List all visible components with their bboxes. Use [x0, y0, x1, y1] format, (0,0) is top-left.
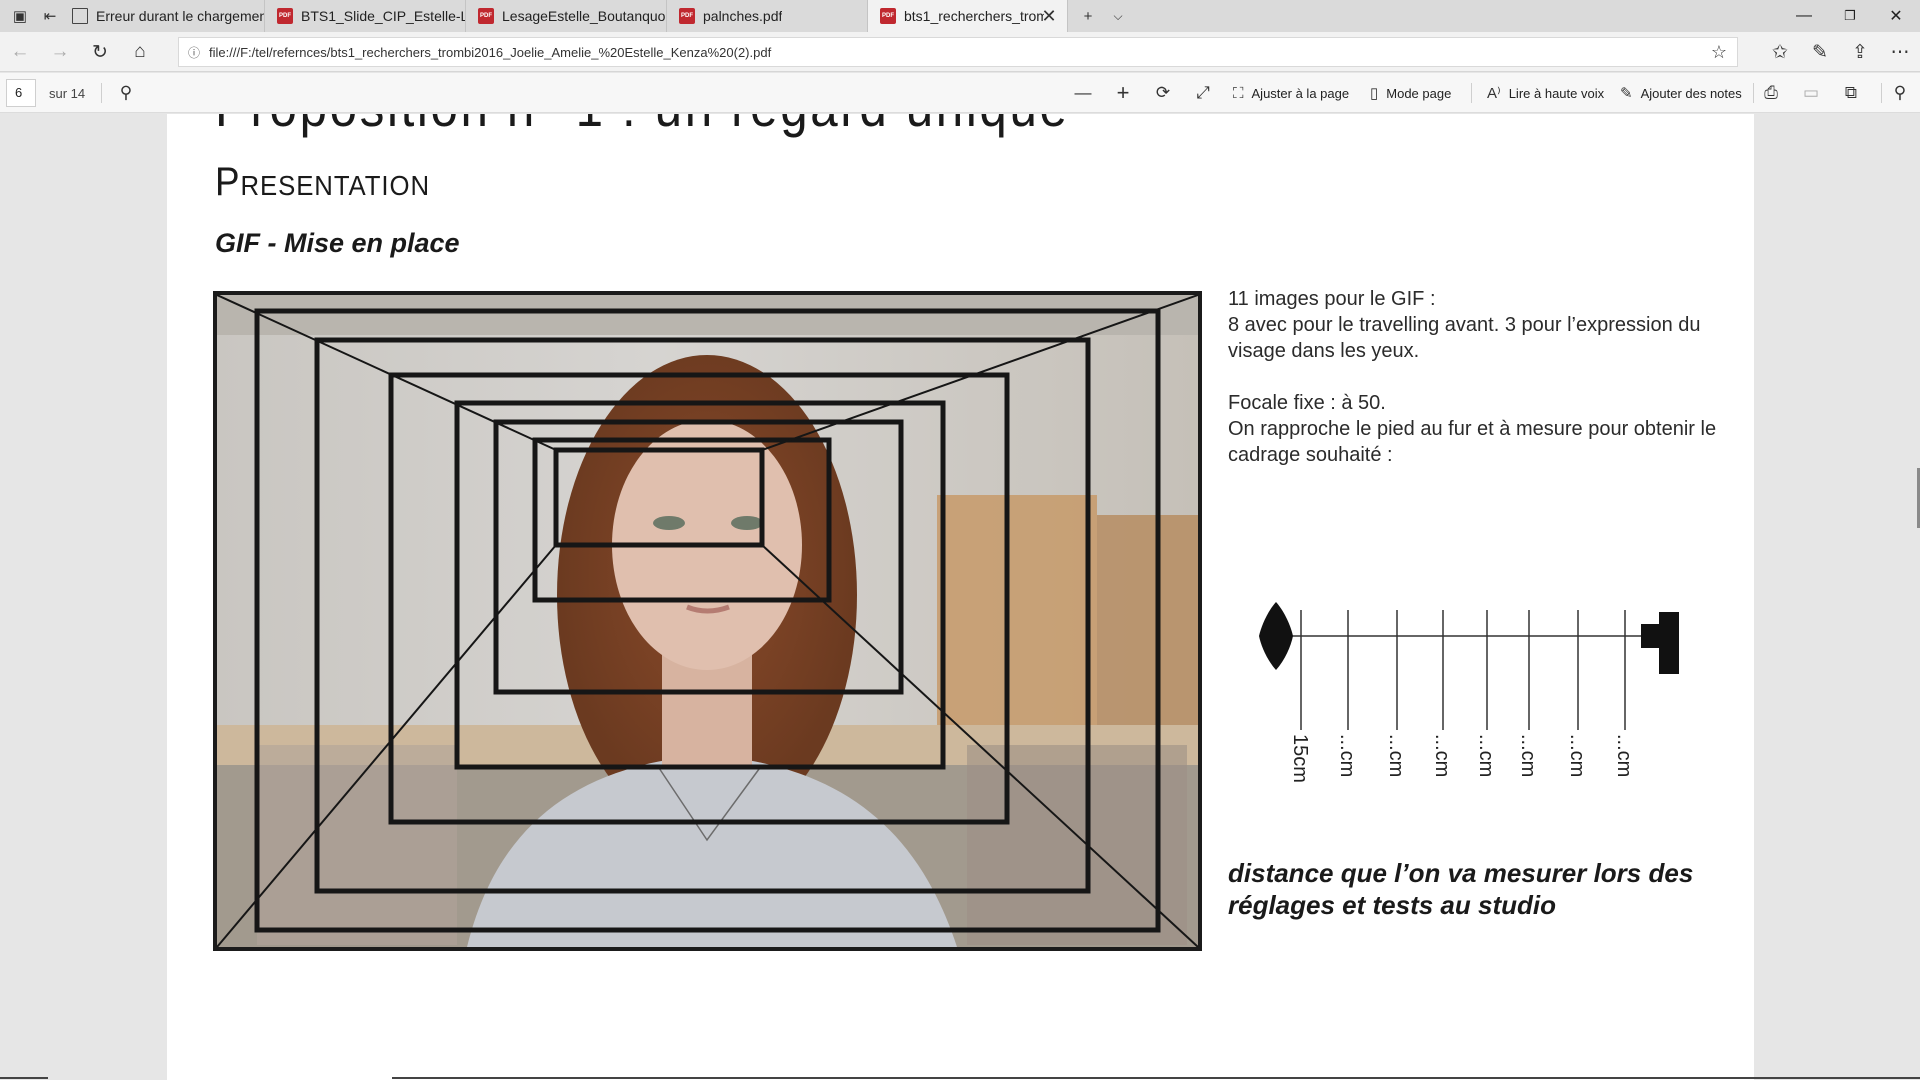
fit-page-button[interactable]: ⛶ Ajuster à la page: [1233, 73, 1349, 113]
save-icon[interactable]: ▭: [1799, 73, 1823, 113]
distance-label: ...cm: [1517, 734, 1539, 777]
web-note-icon[interactable]: ✎: [1800, 32, 1840, 72]
page-count: sur 14: [49, 86, 86, 101]
print-icon[interactable]: ⎙: [1759, 73, 1783, 113]
pdf-icon: PDF: [679, 8, 695, 24]
gif-heading: GIF - Mise en place: [215, 228, 460, 258]
chevron-down-icon[interactable]: ⌵: [1098, 0, 1138, 32]
page-mode-label: Mode page: [1386, 85, 1452, 101]
distance-note: distance que l’on va mesurer lors des ré…: [1228, 858, 1694, 920]
divider: [392, 1077, 1920, 1079]
fit-page-icon: ⛶: [1233, 84, 1244, 102]
share-icon[interactable]: ⇪: [1840, 32, 1880, 72]
read-aloud-button[interactable]: A⁾ Lire à haute voix: [1487, 73, 1604, 113]
tab-title: Erreur durant le chargemen: [96, 8, 264, 24]
zoom-in-icon[interactable]: +: [1111, 73, 1135, 113]
tab-title: LesageEstelle_BoutanquoiM: [502, 8, 666, 24]
rotate-icon[interactable]: ⟳: [1151, 73, 1175, 113]
home-icon[interactable]: ⌂: [120, 32, 160, 72]
portrait-photo-with-framing-overlay: [213, 291, 1202, 951]
more-icon[interactable]: ⋯: [1880, 32, 1920, 72]
navigation-bar: ← → ↻ ⌂ ⓘ file:///F:/tel/refernces/bts1_…: [0, 32, 1920, 72]
window-close-icon[interactable]: ✕: [1873, 0, 1919, 32]
distance-label: ...cm: [1475, 734, 1497, 777]
distance-label: 15cm: [1289, 734, 1311, 783]
tab-title: palnches.pdf: [703, 8, 783, 24]
page-mode-button[interactable]: ▯ Mode page: [1370, 73, 1451, 113]
focal-text: Focale fixe : à 50. On rapproche le pied…: [1228, 392, 1717, 466]
proposition-title: Proposition n° 1 : un regard unique: [215, 114, 1070, 139]
favorite-star-icon[interactable]: ☆: [1711, 42, 1727, 63]
pdf-icon: PDF: [880, 8, 896, 24]
framing-diagram: [217, 295, 1198, 947]
pdf-icon: PDF: [478, 8, 494, 24]
read-aloud-icon: A⁾: [1487, 85, 1501, 102]
images-count-text: 11 images pour le GIF : 8 avec pour le t…: [1228, 288, 1701, 362]
forward-icon[interactable]: →: [40, 32, 80, 72]
info-icon[interactable]: ⓘ: [179, 44, 209, 61]
tab-lesage-estelle[interactable]: PDF LesageEstelle_BoutanquoiM: [466, 0, 667, 32]
distance-label: ...cm: [1613, 734, 1635, 777]
distance-label: ...cm: [1336, 734, 1358, 777]
dolly-distance-diagram: 15cm ...cm ...cm ...cm ...cm ...cm ...cm ...cm: [1259, 602, 1679, 783]
pen-icon: ✎: [1620, 85, 1633, 102]
fullscreen-icon[interactable]: ⤢: [1191, 73, 1215, 113]
gif-setup-notes: 11 images pour le GIF : 8 avec pour le t…: [1228, 286, 1738, 477]
pdf-toolbar: 6 sur 14 ⚲ — + ⟳ ⤢ ⛶ Ajuster à la page ▯…: [0, 73, 1920, 113]
restore-icon[interactable]: ❐: [1827, 0, 1873, 32]
tab-error-loading[interactable]: Erreur durant le chargemen: [60, 0, 265, 32]
page-icon: [72, 8, 88, 24]
favorites-icon[interactable]: ✩: [1760, 32, 1800, 72]
page-mode-icon: ▯: [1370, 85, 1379, 102]
divider: [1753, 83, 1754, 103]
back-icon[interactable]: ←: [0, 32, 40, 72]
save-as-icon[interactable]: ⧉: [1839, 73, 1863, 113]
tab-bar: ▣ ⇤ Erreur durant le chargemen PDF BTS1_…: [0, 0, 1920, 32]
pdf-icon: PDF: [277, 8, 293, 24]
page-number-input[interactable]: 6: [6, 79, 36, 107]
search-icon[interactable]: ⚲: [114, 73, 138, 113]
tab-title: BTS1_Slide_CIP_Estelle-Lesa: [301, 8, 465, 24]
close-tab-icon[interactable]: ✕: [1039, 0, 1059, 32]
tab-palnches[interactable]: PDF palnches.pdf: [667, 0, 868, 32]
subject-block-icon: [1659, 612, 1679, 674]
distance-label: ...cm: [1566, 734, 1588, 777]
divider: [0, 1077, 48, 1079]
read-aloud-label: Lire à haute voix: [1508, 85, 1605, 101]
divider: [1471, 83, 1472, 103]
subject-marker-icon: [1641, 624, 1659, 648]
divider: [1881, 83, 1882, 103]
zoom-out-icon[interactable]: —: [1071, 73, 1095, 113]
address-bar[interactable]: ⓘ file:///F:/tel/refernces/bts1_recherch…: [178, 37, 1738, 67]
pdf-page: Proposition n° 1 : un regard unique Pres…: [167, 114, 1754, 1080]
url-text[interactable]: file:///F:/tel/refernces/bts1_rechercher…: [209, 45, 771, 60]
tab-bts1-slide[interactable]: PDF BTS1_Slide_CIP_Estelle-Lesa: [265, 0, 466, 32]
distance-label: ...cm: [1431, 734, 1453, 777]
document-viewport[interactable]: Proposition n° 1 : un regard unique Pres…: [0, 114, 1920, 1080]
divider: [101, 83, 102, 103]
distance-label: ...cm: [1385, 734, 1407, 777]
fit-page-label: Ajuster à la page: [1251, 85, 1350, 101]
pin-toolbar-icon[interactable]: ⚲: [1888, 73, 1912, 113]
minimize-icon[interactable]: —: [1781, 0, 1827, 32]
refresh-icon[interactable]: ↻: [80, 32, 120, 72]
camera-tripod-icon: [1259, 602, 1293, 670]
section-title: Presentation: [215, 160, 430, 204]
add-notes-button[interactable]: ✎ Ajouter des notes: [1620, 73, 1742, 113]
tab-title: bts1_recherchers_tromb: [904, 8, 1044, 24]
tab-bts1-recherchers[interactable]: PDF bts1_recherchers_tromb ✕: [868, 0, 1068, 32]
add-notes-label: Ajouter des notes: [1640, 85, 1742, 101]
